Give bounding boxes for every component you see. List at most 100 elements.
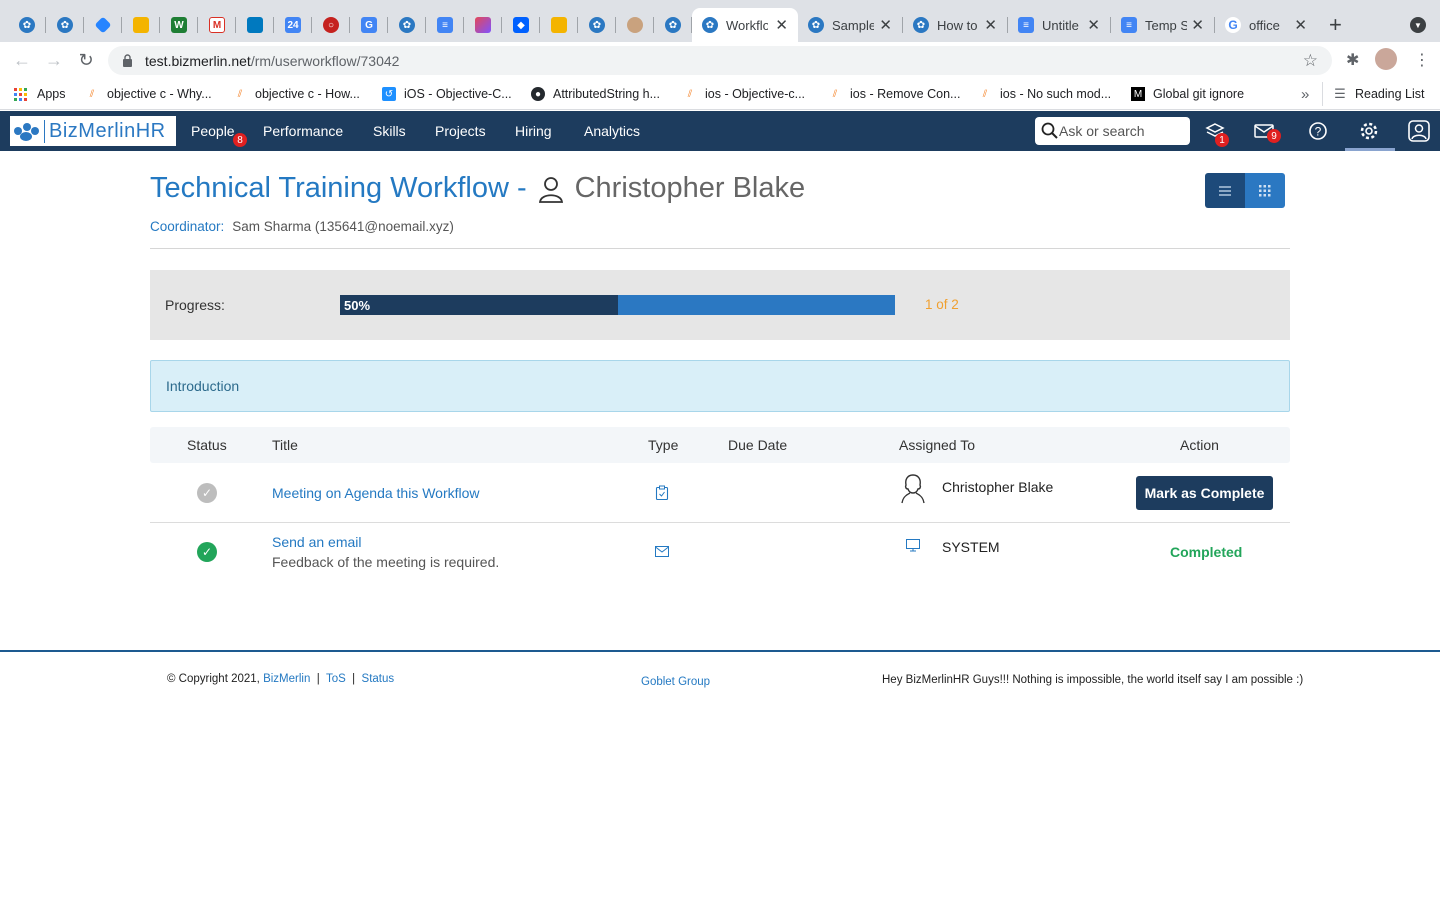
pinned-tab-bizmerlin-3[interactable]: ✿: [388, 8, 426, 42]
bookmark-star-icon[interactable]: ☆: [1303, 51, 1318, 71]
reload-icon[interactable]: ↻: [74, 48, 98, 72]
address-bar[interactable]: test.bizmerlin.net/rm/userworkflow/73042…: [108, 46, 1332, 75]
nav-label: Analytics: [584, 123, 641, 139]
pinned-tab-jira[interactable]: [84, 8, 122, 42]
tab-title: office: [1249, 17, 1280, 33]
pinned-tab-avatar[interactable]: [616, 8, 654, 42]
pinned-tab-bizmerlin-2[interactable]: ✿: [46, 8, 84, 42]
pinned-tab-slides[interactable]: [122, 8, 160, 42]
status-link[interactable]: Status: [362, 673, 395, 685]
close-tab-icon[interactable]: ✕: [1087, 16, 1100, 34]
bookmarks-overflow-chevron-icon[interactable]: »: [1301, 85, 1309, 103]
close-tab-icon[interactable]: ✕: [1191, 16, 1204, 34]
mark-as-complete-button[interactable]: Mark as Complete: [1136, 476, 1273, 510]
tab-title: How to: [937, 17, 978, 33]
pending-check-icon[interactable]: ✓: [197, 483, 217, 503]
bookmark-stackoverflow-4[interactable]: ⫽ ios - Remove Con...: [828, 85, 961, 103]
back-arrow-icon[interactable]: ←: [10, 48, 34, 72]
bookmark-stackoverflow-2[interactable]: ⫽ objective c - How...: [233, 85, 360, 103]
tab-temp[interactable]: ≡ Temp S ✕: [1111, 8, 1214, 42]
bookmark-github[interactable]: ● AttributedString h...: [531, 85, 660, 103]
task-title[interactable]: Meeting on Agenda this Workflow: [272, 485, 480, 501]
new-tab-plus-icon[interactable]: +: [1329, 12, 1342, 38]
bizmerlin-favicon-icon: ✿: [665, 17, 681, 33]
nav-hiring[interactable]: Hiring: [515, 123, 552, 139]
pinned-tab-docs[interactable]: ≡: [426, 8, 464, 42]
close-tab-icon[interactable]: ✕: [879, 16, 892, 34]
task-subtitle: Feedback of the meeting is required.: [272, 554, 500, 570]
mail-badge: 9: [1267, 129, 1281, 143]
bizmerlin-link[interactable]: BizMerlin: [263, 673, 310, 685]
reading-list[interactable]: ☰ Reading List: [1333, 85, 1425, 103]
pinned-tabs: ✿ ✿ W M 24 ○ G ✿ ≡ ◆ ✿ ✿: [8, 8, 692, 42]
close-tab-icon[interactable]: ✕: [984, 16, 997, 34]
search-input[interactable]: [1059, 123, 1179, 139]
help-icon[interactable]: ?: [1306, 119, 1330, 143]
workflow-person[interactable]: Christopher Blake: [575, 172, 806, 205]
completed-status: Completed: [1170, 544, 1243, 560]
nav-performance[interactable]: Performance: [263, 123, 343, 139]
paw-logo-icon: [14, 121, 40, 141]
tab-sample[interactable]: ✿ Sample ✕: [798, 8, 902, 42]
tab-workflow[interactable]: ✿ Workflo ✕: [692, 8, 798, 42]
bookmark-label: ios - Remove Con...: [850, 87, 961, 101]
gear-icon[interactable]: [1357, 119, 1381, 143]
pinned-tab-bizmerlin-4[interactable]: ✿: [578, 8, 616, 42]
avatar-favicon-icon: [627, 17, 643, 33]
extensions-puzzle-icon[interactable]: ✱: [1346, 50, 1359, 70]
bookmark-stackoverflow-3[interactable]: ⫽ ios - Objective-c...: [683, 85, 805, 103]
grid-view-button[interactable]: [1245, 173, 1285, 208]
list-icon: [1219, 185, 1231, 196]
bookmark-stackoverflow-5[interactable]: ⫽ ios - No such mod...: [978, 85, 1111, 103]
bookmark-ios-objective-c[interactable]: ↺ iOS - Objective-C...: [382, 85, 512, 103]
bookmark-stackoverflow-1[interactable]: ⫽ objective c - Why...: [85, 85, 212, 103]
reading-list-label: Reading List: [1355, 87, 1425, 101]
user-profile-icon[interactable]: [1407, 119, 1431, 143]
pinned-tab-sheets[interactable]: W: [160, 8, 198, 42]
page-title: Technical Training Workflow - Christophe…: [150, 172, 805, 205]
pinned-tab-circle[interactable]: ○: [312, 8, 350, 42]
section-introduction[interactable]: Introduction: [150, 360, 1290, 412]
logo-text: BizMerlinHR: [44, 119, 166, 143]
nav-people[interactable]: People: [191, 123, 235, 139]
pinned-tab-dropbox[interactable]: ◆: [502, 8, 540, 42]
tab-how-to[interactable]: ✿ How to ✕: [903, 8, 1007, 42]
section-title: Introduction: [166, 378, 240, 394]
col-title: Title: [272, 437, 298, 453]
pinned-tab-gmail[interactable]: M: [198, 8, 236, 42]
goblet-group-link[interactable]: Goblet Group: [641, 676, 710, 688]
list-view-button[interactable]: [1205, 173, 1245, 208]
bizmerlin-logo[interactable]: BizMerlinHR: [10, 116, 176, 146]
close-tab-icon[interactable]: ✕: [775, 16, 788, 34]
bookmark-label: ios - Objective-c...: [705, 87, 806, 101]
nav-skills[interactable]: Skills: [373, 123, 406, 139]
global-search[interactable]: [1035, 117, 1190, 145]
docs-favicon-icon: ≡: [1121, 17, 1137, 33]
bookmark-apps[interactable]: Apps: [14, 85, 66, 103]
footer-message: Hey BizMerlinHR Guys!!! Nothing is impos…: [882, 674, 1304, 686]
docs-favicon-icon: ≡: [437, 17, 453, 33]
bookmark-medium[interactable]: M Global git ignore: [1131, 85, 1244, 103]
pinned-tab-kotlin[interactable]: [464, 8, 502, 42]
profile-avatar[interactable]: [1375, 48, 1397, 70]
browser-menu-icon[interactable]: ⋮: [1414, 50, 1430, 70]
nav-projects[interactable]: Projects: [435, 123, 486, 139]
pinned-tab-bizmerlin-5[interactable]: ✿: [654, 8, 692, 42]
browser-toolbar: ← → ↻ test.bizmerlin.net/rm/userworkflow…: [0, 42, 1440, 78]
pinned-tab-slides-2[interactable]: [540, 8, 578, 42]
task-title[interactable]: Send an email: [272, 534, 362, 550]
pinned-tab-translate[interactable]: G: [350, 8, 388, 42]
close-tab-icon[interactable]: ✕: [1294, 16, 1307, 34]
w-favicon-icon: W: [171, 17, 187, 33]
tab-untitled[interactable]: ≡ Untitle ✕: [1008, 8, 1110, 42]
progress-count: 1 of 2: [925, 297, 959, 312]
pinned-tab-trello[interactable]: [236, 8, 274, 42]
forward-arrow-icon[interactable]: →: [42, 48, 66, 72]
tab-office[interactable]: G office ✕: [1215, 8, 1317, 42]
pinned-tab-bizmerlin[interactable]: ✿: [8, 8, 46, 42]
pinned-tab-calendar[interactable]: 24: [274, 8, 312, 42]
tab-search-chevron-icon[interactable]: ▼: [1410, 17, 1426, 33]
tos-link[interactable]: ToS: [326, 673, 346, 685]
google-favicon-icon: G: [1225, 17, 1241, 33]
nav-analytics[interactable]: Analytics: [584, 123, 640, 139]
